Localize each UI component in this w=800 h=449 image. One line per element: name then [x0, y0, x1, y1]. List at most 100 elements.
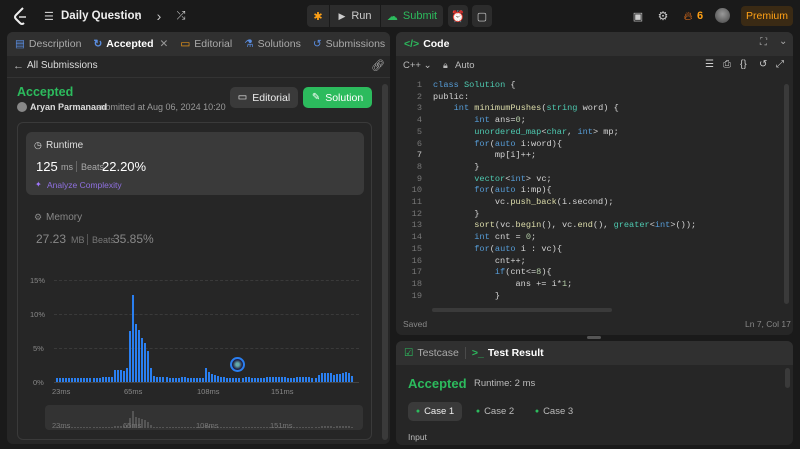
tab-accepted[interactable]: ↻ Accepted ✕ [87, 32, 174, 56]
mini-bar [77, 427, 80, 428]
tab-code[interactable]: </> Code [396, 32, 455, 56]
list-icon[interactable]: ☰ [44, 10, 56, 23]
x-axis-line [54, 382, 359, 383]
case-1-tab[interactable]: ● Case 1 [408, 402, 462, 421]
chart-range-slider[interactable]: 23ms 65ms 108ms 151ms [45, 405, 363, 430]
leetcode-logo-icon[interactable] [12, 6, 30, 26]
clock-icon: ◷ [34, 140, 42, 150]
mini-bar [299, 427, 302, 428]
runtime-card[interactable]: ◷ Runtime 125 ms Beats 22.20% ✦ Analyze … [26, 132, 364, 195]
line-number: 17 [411, 267, 422, 278]
top-nav: ☰ Daily Question ‹ › ⤮ ✱ ▶ Run ☁ Submit ⏰ … [0, 0, 800, 32]
mini-bar [189, 427, 192, 428]
code-hscrollbar[interactable] [432, 308, 612, 312]
all-submissions-link[interactable]: All Submissions [27, 60, 98, 71]
mini-bar [119, 425, 122, 428]
premium-button[interactable]: Premium [741, 6, 793, 26]
analyze-complexity-link[interactable]: Analyze Complexity [47, 180, 122, 190]
mini-bar [177, 427, 180, 428]
solution-button[interactable]: ✎ Solution [303, 87, 372, 108]
layout-icon[interactable]: ▣ [631, 9, 645, 23]
close-tab-icon[interactable]: ✕ [160, 38, 169, 50]
submit-button[interactable]: ☁ Submit [381, 5, 443, 27]
chevron-down-icon: ⌄ [423, 60, 432, 71]
mini-bar [80, 427, 83, 428]
mini-bar [95, 427, 98, 428]
submitted-at: submitted at Aug 06, 2024 10:20 [96, 102, 226, 112]
tab-testcase[interactable]: ☑ Testcase [396, 341, 465, 365]
code-editor[interactable]: 1 class Solution {2 public: 3 int minimumPu… [396, 80, 786, 312]
tab-submissions[interactable]: ↺ Submissions [307, 32, 390, 56]
chart-bar [125, 367, 128, 382]
chart-bar [147, 351, 150, 382]
line-number: 3 [416, 103, 422, 114]
distribution-chart[interactable]: 15% 10% 5% 0% 23ms 65ms 108ms 151ms [18, 271, 371, 401]
panel-resize-handle[interactable] [587, 336, 601, 339]
notes-icon[interactable]: ▢ [472, 5, 492, 27]
editorial-button[interactable]: ▭ Editorial [230, 87, 298, 108]
terminal-icon: >_ [471, 347, 484, 359]
case-3-tab[interactable]: ● Case 3 [529, 402, 579, 421]
left-scrollbar[interactable] [382, 84, 388, 440]
mini-bar [110, 426, 113, 428]
mini-bar [156, 427, 159, 428]
back-arrow-icon[interactable]: ← [13, 60, 24, 72]
mini-bar [262, 427, 265, 428]
run-button[interactable]: ▶ Run [330, 5, 380, 27]
runtime-beats: 22.20% [102, 159, 147, 174]
mini-bar [86, 427, 89, 428]
mini-bar [256, 427, 259, 428]
code-panel: </> Code ⛶ ⌄ C++ ⌄ 🔒︎ Auto ☰ ⎙ {} ↺ ⤢ 1 cl… [396, 32, 793, 335]
code-text: int minimumPushes(string word) { [453, 103, 619, 114]
code-scrollbar[interactable] [784, 84, 789, 304]
settings-gear-icon[interactable]: ⚙ [656, 9, 670, 23]
tab-solutions[interactable]: ⚗ Solutions [238, 32, 307, 56]
timer-icon[interactable]: ⏰ [448, 5, 468, 27]
mini-bar [192, 427, 195, 428]
author-avatar [17, 102, 27, 112]
mini-bar [165, 427, 168, 428]
user-avatar[interactable] [715, 8, 730, 23]
memory-card[interactable]: ⚙ Memory 27.23 MB Beats 35.85% [26, 205, 364, 260]
reset-icon[interactable]: ↺ [759, 59, 767, 70]
line-number: 4 [416, 115, 422, 126]
mini-bar [92, 427, 95, 428]
shuffle-icon[interactable]: ⤮ [174, 8, 188, 24]
code-text: cnt++; [433, 255, 526, 266]
chart-bar [323, 372, 326, 382]
tab-test-result[interactable]: >_ Test Result [466, 341, 550, 365]
chart-bar [214, 375, 217, 382]
line-number: 19 [411, 290, 422, 301]
chart-bar [320, 373, 323, 382]
description-icon: ▤ [15, 38, 25, 50]
code-text: mp[i]++; [433, 150, 537, 161]
chart-bar [332, 375, 335, 382]
line-number: 13 [411, 220, 422, 231]
fullscreen-icon[interactable]: ⤢ [776, 59, 784, 70]
prev-question-icon[interactable]: ‹ [130, 8, 144, 24]
line-number: 9 [416, 173, 422, 184]
memory-label: Memory [46, 212, 83, 223]
share-link-icon[interactable]: 🔗︎ [371, 59, 385, 72]
braces-icon[interactable]: {} [740, 59, 747, 70]
line-number: 2 [416, 91, 422, 102]
bookmark-icon[interactable]: ⎙ [723, 59, 731, 70]
tab-description[interactable]: ▤ Description [7, 32, 87, 56]
collapse-chevron-icon[interactable]: ⌄ [779, 36, 787, 47]
submissions-icon: ↺ [312, 38, 322, 50]
format-icon[interactable]: ☰ [705, 59, 714, 70]
language-select[interactable]: C++ ⌄ [403, 60, 432, 71]
result-runtime: Runtime: 2 ms [474, 378, 536, 389]
tab-editorial[interactable]: ▭ Editorial [174, 32, 238, 56]
mini-bar [220, 426, 223, 428]
mini-bar [250, 427, 253, 428]
next-question-icon[interactable]: › [152, 8, 166, 24]
debug-button[interactable]: ✱ [307, 5, 329, 27]
cloud-upload-icon: ☁ [386, 10, 398, 23]
expand-icon[interactable]: ⛶ [760, 37, 767, 48]
mini-bar [238, 427, 241, 428]
chart-bar [317, 375, 320, 382]
streak-flame-icon[interactable]: 🔥︎ [682, 9, 694, 23]
result-scrollbar[interactable] [785, 368, 790, 388]
case-2-tab[interactable]: ● Case 2 [470, 402, 520, 421]
